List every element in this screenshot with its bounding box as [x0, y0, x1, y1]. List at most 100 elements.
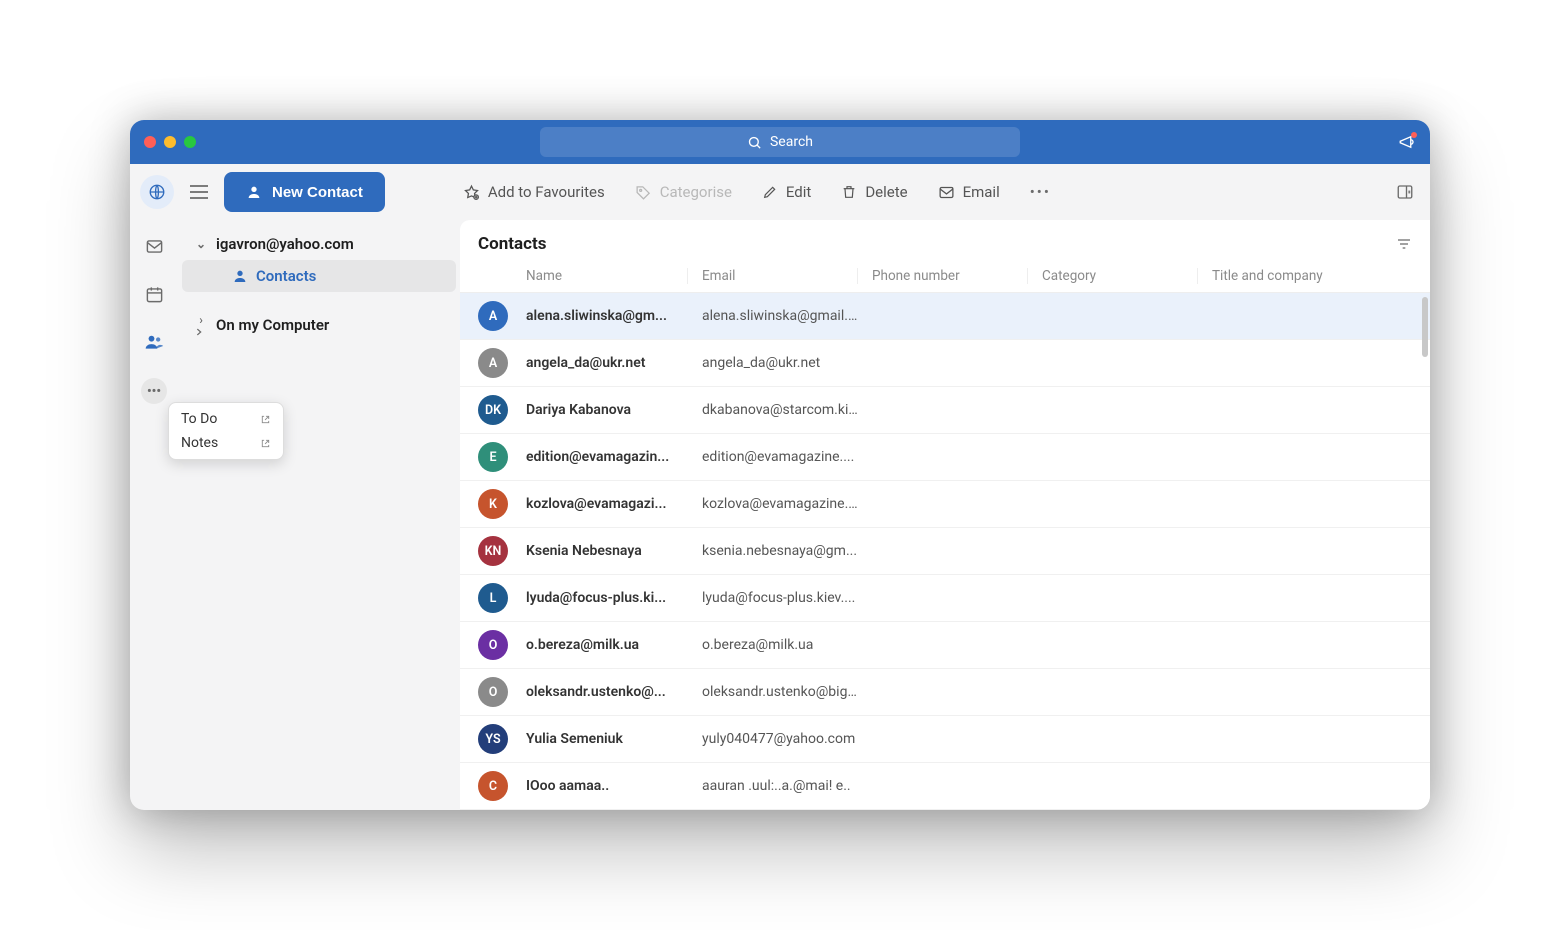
sidebar: ⌄ igavron@yahoo.com Contacts › On my Com…	[178, 220, 460, 810]
avatar: C	[478, 771, 508, 801]
contact-email: ksenia.nebesnaya@gm...	[688, 543, 858, 559]
avatar: L	[478, 583, 508, 613]
rail-mail[interactable]	[142, 234, 166, 258]
minimize-window-button[interactable]	[164, 136, 176, 148]
table-row[interactable]: Aangela_da@ukr.netangela_da@ukr.net	[460, 340, 1430, 387]
avatar: KN	[478, 536, 508, 566]
table-row[interactable]: YS Yulia Semeniukyuly040477@yahoo.com	[460, 716, 1430, 763]
column-email[interactable]: Email	[688, 268, 858, 284]
add-favourites-button[interactable]: Add to Favourites	[463, 183, 605, 201]
contact-name: kozlova@evamagazi...	[526, 496, 688, 512]
contact-name: Yulia Semeniuk	[526, 731, 688, 747]
hamburger-menu-button[interactable]	[182, 185, 216, 199]
email-button[interactable]: Email	[938, 183, 1000, 201]
trash-icon	[841, 184, 857, 200]
table-row[interactable]: DK Dariya Kabanovadkabanova@starcom.ki...	[460, 387, 1430, 434]
app-window: Search New Contact Add to Favourites	[130, 120, 1430, 810]
avatar: K	[478, 489, 508, 519]
open-external-icon	[260, 438, 271, 449]
table-row[interactable]: Llyuda@focus-plus.ki...lyuda@focus-plus.…	[460, 575, 1430, 622]
rail-more[interactable]: •••	[141, 378, 167, 404]
filter-button[interactable]	[1396, 236, 1412, 252]
table-row[interactable]: C IOoo aamaa..aauran .uul:..a.@mai! e..	[460, 763, 1430, 810]
search-input[interactable]: Search	[540, 127, 1020, 157]
table-row[interactable]: Aalena.sliwinska@gm...alena.sliwinska@gm…	[460, 293, 1430, 340]
contact-name: edition@evamagazin...	[526, 449, 688, 465]
popover-notes-label: Notes	[181, 435, 218, 451]
main-header: Contacts	[460, 220, 1430, 260]
search-placeholder: Search	[770, 134, 813, 150]
contact-email: yuly040477@yahoo.com	[688, 731, 858, 747]
rail-people[interactable]	[142, 330, 166, 354]
new-contact-label: New Contact	[272, 184, 363, 201]
contact-email: kozlova@evamagazine....	[688, 496, 858, 512]
sidebar-omc-label: On my Computer	[216, 316, 329, 334]
chevron-down-icon: ⌄	[194, 237, 208, 251]
chevron-right-icon: ›	[194, 313, 208, 337]
sidebar-on-my-computer[interactable]: › On my Computer	[178, 306, 460, 344]
rail-calendar[interactable]	[142, 282, 166, 306]
contact-name: angela_da@ukr.net	[526, 355, 688, 371]
sidebar-item-contacts[interactable]: Contacts	[182, 260, 456, 292]
panel-toggle-button[interactable]	[1396, 183, 1420, 201]
pencil-icon	[762, 184, 778, 200]
table-header: Name Email Phone number Category Title a…	[460, 260, 1430, 293]
more-actions-button[interactable]: •••	[1030, 183, 1051, 201]
contact-email: edition@evamagazine....	[688, 449, 858, 465]
contact-email: aauran .uul:..a.@mai! e..	[688, 778, 858, 794]
avatar: O	[478, 677, 508, 707]
scrollbar-thumb[interactable]	[1422, 297, 1428, 357]
contact-list: Aalena.sliwinska@gm...alena.sliwinska@gm…	[460, 293, 1430, 810]
categorise-button[interactable]: Categorise	[635, 183, 732, 201]
avatar: A	[478, 348, 508, 378]
delete-label: Delete	[865, 183, 907, 201]
person-icon	[246, 184, 262, 200]
announcements-button[interactable]	[1398, 133, 1416, 151]
contact-email: alena.sliwinska@gmail....	[688, 308, 858, 324]
contact-email: dkabanova@starcom.ki...	[688, 402, 858, 418]
more-apps-popover: To Do Notes	[168, 402, 284, 460]
maximize-window-button[interactable]	[184, 136, 196, 148]
avatar: E	[478, 442, 508, 472]
contact-name: alena.sliwinska@gm...	[526, 308, 688, 324]
table-row[interactable]: Kkozlova@evamagazi...kozlova@evamagazine…	[460, 481, 1430, 528]
avatar: O	[478, 630, 508, 660]
globe-button[interactable]	[140, 175, 174, 209]
table-row[interactable]: Oo.bereza@milk.uao.bereza@milk.ua	[460, 622, 1430, 669]
column-title[interactable]: Title and company	[1198, 268, 1412, 284]
contact-name: Dariya Kabanova	[526, 402, 688, 418]
delete-button[interactable]: Delete	[841, 183, 907, 201]
edit-button[interactable]: Edit	[762, 183, 811, 201]
popover-notes[interactable]: Notes	[169, 431, 283, 455]
star-icon	[463, 184, 480, 201]
avatar: YS	[478, 724, 508, 754]
column-category[interactable]: Category	[1028, 268, 1198, 284]
open-external-icon	[260, 414, 271, 425]
popover-todo[interactable]: To Do	[169, 407, 283, 431]
edit-label: Edit	[786, 183, 811, 201]
sidebar-account[interactable]: ⌄ igavron@yahoo.com	[178, 228, 460, 260]
column-name[interactable]: Name	[478, 268, 688, 284]
toolbar: New Contact Add to Favourites Categorise…	[130, 164, 1430, 220]
table-row[interactable]: KN Ksenia Nebesnayaksenia.nebesnaya@gm...	[460, 528, 1430, 575]
contact-name: IOoo aamaa..	[526, 778, 688, 794]
notification-dot	[1411, 132, 1417, 138]
contact-email: angela_da@ukr.net	[688, 355, 858, 371]
window-controls	[144, 136, 196, 148]
toolbar-actions: Add to Favourites Categorise Edit Delete	[463, 183, 1051, 201]
popover-todo-label: To Do	[181, 411, 217, 427]
avatar: DK	[478, 395, 508, 425]
page-title: Contacts	[478, 234, 546, 254]
new-contact-button[interactable]: New Contact	[224, 172, 385, 212]
nav-rail: ••• To Do Notes	[130, 220, 178, 810]
email-label: Email	[963, 183, 1000, 201]
contact-email: lyuda@focus-plus.kiev....	[688, 590, 858, 606]
envelope-icon	[938, 184, 955, 201]
sidebar-account-label: igavron@yahoo.com	[216, 235, 354, 253]
contact-name: Ksenia Nebesnaya	[526, 543, 688, 559]
column-phone[interactable]: Phone number	[858, 268, 1028, 284]
close-window-button[interactable]	[144, 136, 156, 148]
table-row[interactable]: Eedition@evamagazin...edition@evamagazin…	[460, 434, 1430, 481]
contact-email: oleksandr.ustenko@big...	[688, 684, 858, 700]
table-row[interactable]: Ooleksandr.ustenko@...oleksandr.ustenko@…	[460, 669, 1430, 716]
